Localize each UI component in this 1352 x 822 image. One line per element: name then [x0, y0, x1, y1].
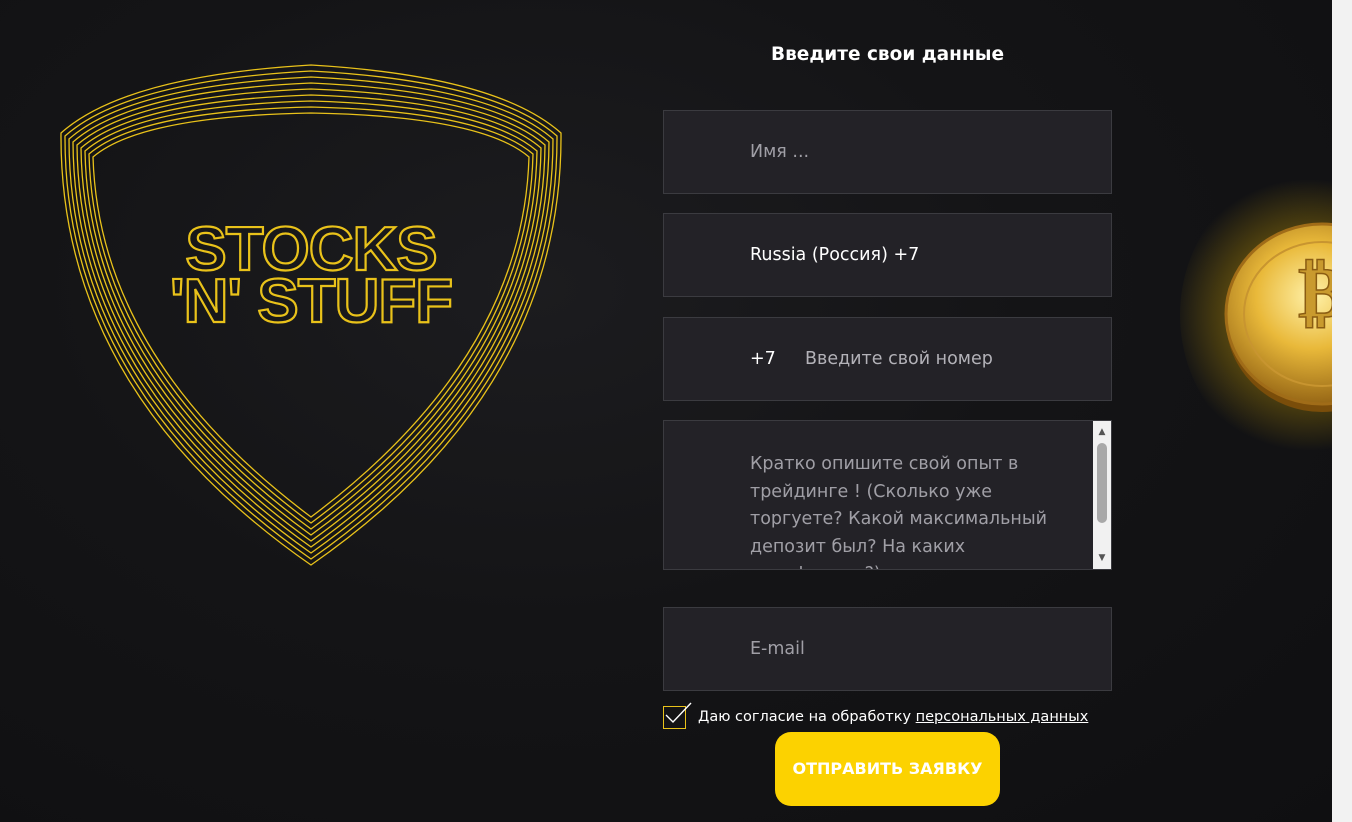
page-edge	[1332, 0, 1352, 822]
experience-textarea[interactable]: Кратко опишите свой опыт в трейдинге ! (…	[663, 420, 1112, 570]
phone-field[interactable]: +7 Введите свой номер	[663, 317, 1112, 401]
scroll-up-arrow-icon[interactable]: ▲	[1093, 424, 1111, 440]
textarea-scrollbar[interactable]: ▲ ▼	[1093, 421, 1111, 569]
country-value: Russia (Россия) +7	[750, 245, 920, 265]
svg-text:₿: ₿	[1298, 249, 1332, 334]
email-field[interactable]: E-mail	[663, 607, 1112, 691]
consent-row: Даю согласие на обработку персональных д…	[663, 702, 1133, 730]
checkmark-icon	[665, 702, 692, 724]
phone-placeholder: Введите свой номер	[805, 349, 993, 369]
scroll-down-arrow-icon[interactable]: ▼	[1093, 550, 1111, 566]
scroll-thumb[interactable]	[1097, 443, 1107, 523]
name-placeholder: Имя ...	[750, 142, 810, 162]
name-field[interactable]: Имя ...	[663, 110, 1112, 194]
bitcoin-coin-icon: ₿	[1224, 222, 1332, 412]
page: STOCKS 'N' STUFF Введите свои данные Имя…	[0, 0, 1332, 822]
consent-checkbox[interactable]	[663, 702, 692, 729]
consent-label: Даю согласие на обработку	[698, 709, 916, 725]
personal-data-link[interactable]: персональных данных	[916, 709, 1089, 725]
consent-text: Даю согласие на обработку персональных д…	[698, 709, 1088, 725]
logo-text-line2: 'N' STUFF	[170, 267, 452, 336]
stocks-n-stuff-logo: STOCKS 'N' STUFF	[60, 64, 562, 566]
experience-placeholder: Кратко опишите свой опыт в трейдинге ! (…	[750, 454, 1048, 569]
country-select[interactable]: Russia (Россия) +7	[663, 213, 1112, 297]
phone-prefix: +7	[750, 349, 776, 369]
email-placeholder: E-mail	[750, 639, 805, 659]
form-title: Введите свои данные	[770, 44, 1005, 65]
submit-button[interactable]: ОТПРАВИТЬ ЗАЯВКУ	[775, 732, 1000, 806]
